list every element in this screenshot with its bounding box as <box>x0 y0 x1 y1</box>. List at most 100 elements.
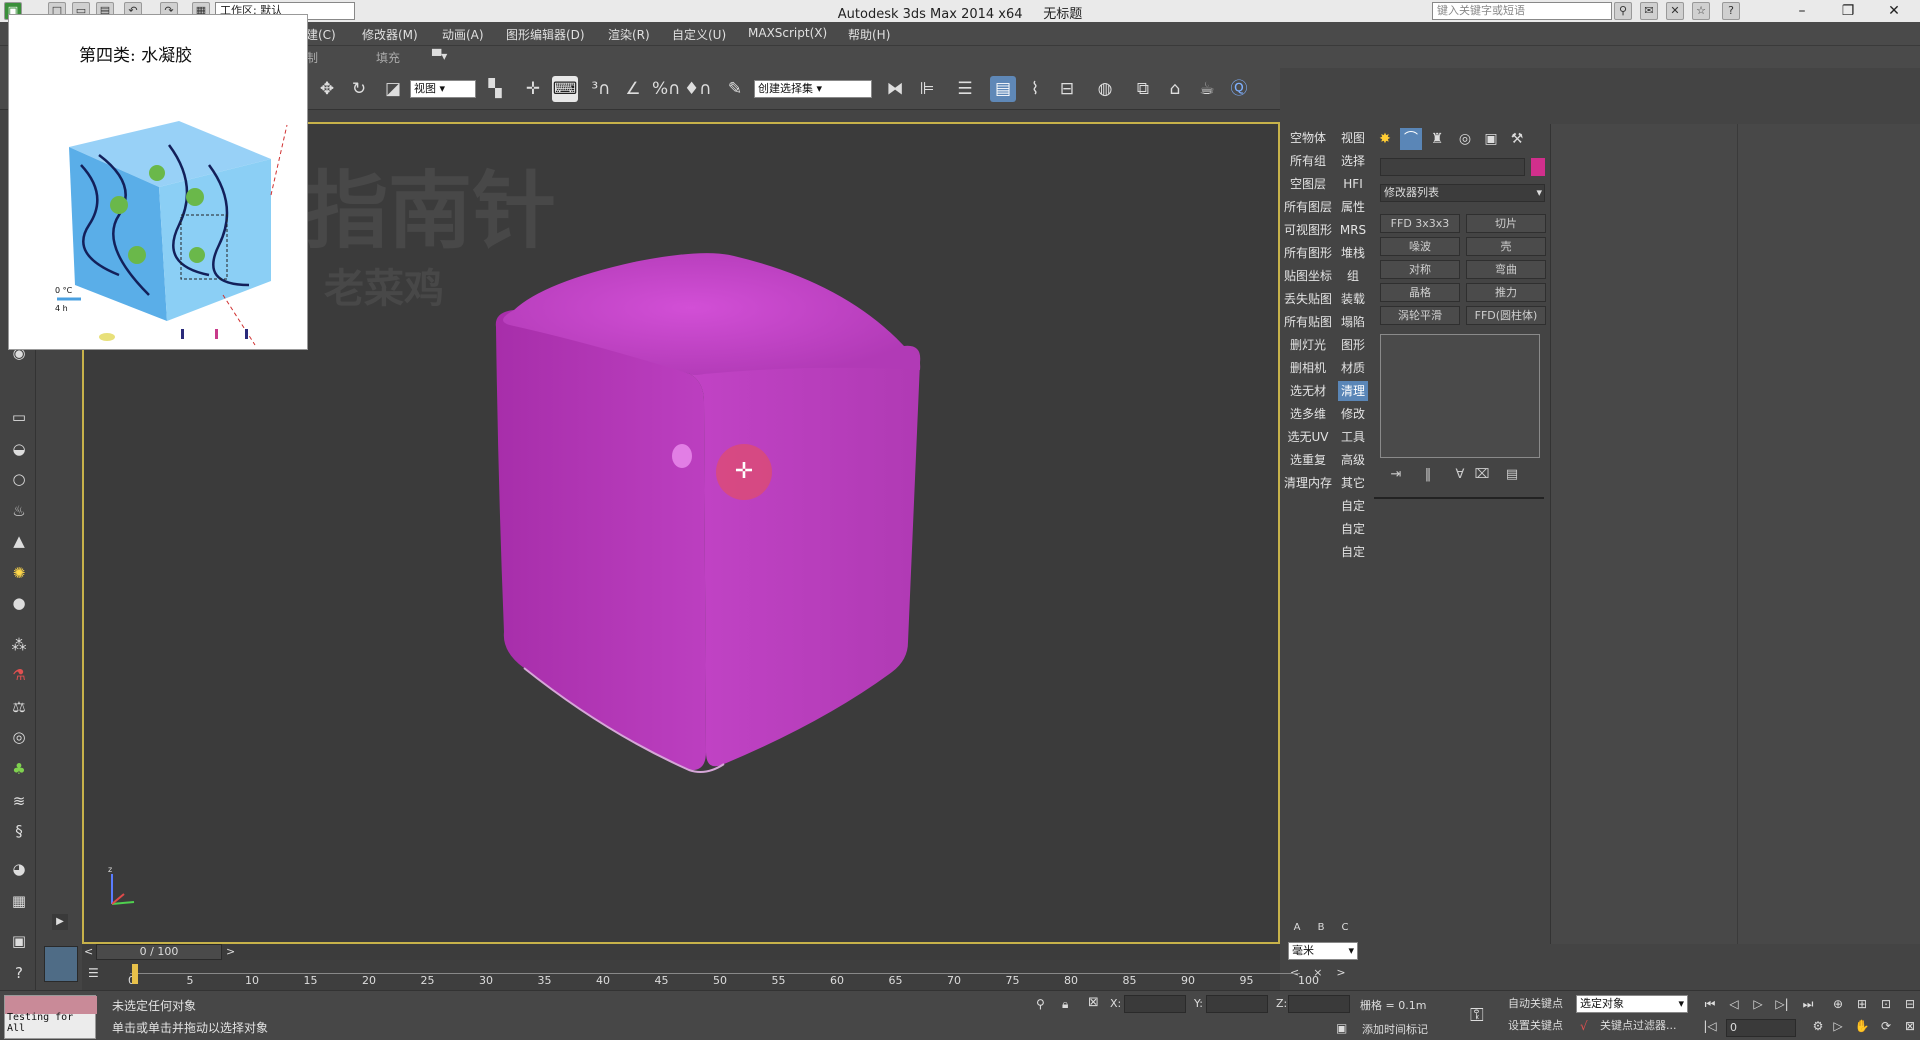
minimize-icon[interactable]: – <box>1780 0 1824 22</box>
select-manipulate-icon[interactable]: ✛ <box>520 76 546 102</box>
menu-customize[interactable]: 自定义(U) <box>672 26 726 43</box>
hydrogel-cube-object[interactable] <box>484 252 1124 812</box>
foliage-icon[interactable]: ♣ <box>6 756 32 782</box>
modifier-list-dropdown[interactable]: 修改器列表 ▾ <box>1380 184 1545 202</box>
align-icon[interactable]: ⊫ <box>914 76 940 102</box>
ribbon-tab-populate[interactable]: 填充 <box>376 49 400 66</box>
create-tab-icon[interactable]: ✸ <box>1374 128 1396 150</box>
orbit-icon[interactable]: ⟳ <box>1876 1019 1896 1037</box>
menu-modifiers[interactable]: 修改器(M) <box>362 26 418 43</box>
curve-editor-icon[interactable]: ⌇ <box>1022 76 1048 102</box>
current-frame-marker[interactable] <box>132 964 138 984</box>
angle-snap-icon[interactable]: ∠ <box>620 76 646 102</box>
script-button-4[interactable]: 所有图层 <box>1280 197 1336 217</box>
teapot-icon[interactable]: ♨ <box>6 498 32 524</box>
key-filters-button[interactable]: 关键点过滤器... <box>1600 1017 1677 1035</box>
category-button-4[interactable]: 属性 <box>1338 197 1368 217</box>
favorites-icon[interactable]: ☆ <box>1692 2 1710 20</box>
motion-tab-icon[interactable]: ◎ <box>1454 128 1476 150</box>
menu-maxscript[interactable]: MAXScript(X) <box>748 26 827 40</box>
percent-snap-icon[interactable]: %∩ <box>652 76 681 102</box>
display-tab-icon[interactable]: ▣ <box>1480 128 1502 150</box>
modifier-stack-view[interactable] <box>1380 334 1540 458</box>
min-max-toggle-icon[interactable]: ⊠ <box>1900 1019 1920 1037</box>
set-key-button[interactable]: 设置关键点 <box>1508 1017 1563 1035</box>
category-button-12[interactable]: 清理 <box>1338 381 1368 401</box>
reference-coordinate-dropdown[interactable]: 视图 ▾ <box>410 80 476 98</box>
script-button-16[interactable]: 清理内存 <box>1280 473 1336 493</box>
spring-icon[interactable]: § <box>6 818 32 844</box>
category-button-1[interactable]: 视图 <box>1338 128 1368 148</box>
make-unique-icon[interactable]: ∀ <box>1448 465 1472 485</box>
script-button-15[interactable]: 选重复 <box>1280 450 1336 470</box>
expand-viewport-icon[interactable]: ▶ <box>52 914 68 930</box>
category-button-15[interactable]: 高级 <box>1338 450 1368 470</box>
next-frame-icon[interactable]: ▷| <box>1772 997 1792 1015</box>
pan-view-icon[interactable]: ✋ <box>1852 1019 1872 1037</box>
script-button-5[interactable]: 可视图形 <box>1280 220 1336 240</box>
hierarchy-tab-icon[interactable]: ♜ <box>1426 128 1448 150</box>
field-of-view-icon[interactable]: ▷ <box>1828 1019 1848 1037</box>
maxscript-listener[interactable]: Testing for All <box>4 995 97 1039</box>
material-sphere-icon[interactable]: ◕ <box>6 856 32 882</box>
modifier-button-2[interactable]: 切片 <box>1466 214 1546 233</box>
edit-named-selection-icon[interactable]: ✎ <box>722 76 748 102</box>
goto-end-icon[interactable]: ⏭ <box>1798 997 1818 1015</box>
menu-create[interactable]: 建(C) <box>306 26 336 43</box>
object-color-swatch[interactable] <box>1531 158 1545 176</box>
script-button-13[interactable]: 选多维 <box>1280 404 1336 424</box>
script-button-10[interactable]: 删灯光 <box>1280 335 1336 355</box>
object-name-field[interactable] <box>1380 158 1525 176</box>
absolute-mode-icon[interactable]: ⊠ <box>1088 995 1099 1010</box>
time-next-icon[interactable]: > <box>226 945 235 958</box>
category-button-9[interactable]: 塌陷 <box>1338 312 1368 332</box>
y-coordinate-field[interactable] <box>1206 995 1268 1013</box>
schematic-view-icon[interactable]: ⊟ <box>1054 76 1080 102</box>
remove-modifier-icon[interactable]: ⌧ <box>1470 465 1494 485</box>
category-button-8[interactable]: 装载 <box>1338 289 1368 309</box>
plane-icon[interactable]: ▭ <box>6 404 32 430</box>
maximize-viewport-icon[interactable]: ⊟ <box>1900 997 1920 1015</box>
hair-fur-icon[interactable]: ≋ <box>6 788 32 814</box>
category-button-10[interactable]: 图形 <box>1338 335 1368 355</box>
modifier-button-5[interactable]: 对称 <box>1380 260 1460 279</box>
script-button-2[interactable]: 所有组 <box>1280 151 1336 171</box>
rendered-frame-window-icon[interactable]: ⌂ <box>1162 76 1188 102</box>
geosphere-icon[interactable]: ● <box>6 590 32 616</box>
category-button-14[interactable]: 工具 <box>1338 427 1368 447</box>
light-icon[interactable]: ✺ <box>6 560 32 586</box>
current-frame-field[interactable]: 0 <box>1726 1019 1796 1037</box>
menu-help[interactable]: 帮助(H) <box>848 26 890 43</box>
help-icon[interactable]: ? <box>1722 2 1740 20</box>
category-button-11[interactable]: 材质 <box>1338 358 1368 378</box>
script-button-3[interactable]: 空图层 <box>1280 174 1336 194</box>
add-time-tag[interactable]: 添加时间标记 <box>1362 1021 1428 1037</box>
material-editor-icon[interactable]: ◍ <box>1092 76 1118 102</box>
qr-plugin-icon[interactable]: Ⓠ <box>1226 76 1252 102</box>
category-button-16[interactable]: 其它 <box>1338 473 1368 493</box>
mirror-icon[interactable]: ⧓ <box>882 76 908 102</box>
particles-icon[interactable]: ⁂ <box>6 632 32 658</box>
selection-lock-icon[interactable]: 🔒︎ <box>1062 997 1068 1012</box>
mini-curve-editor-icon[interactable]: ☰ <box>88 966 110 984</box>
close-icon[interactable]: ✕ <box>1872 0 1916 22</box>
category-button-13[interactable]: 修改 <box>1338 404 1368 424</box>
globe-icon[interactable]: ◎ <box>6 724 32 750</box>
modifier-button-7[interactable]: 晶格 <box>1380 283 1460 302</box>
goto-start-icon[interactable]: ⏮ <box>1700 997 1720 1015</box>
units-dropdown[interactable]: 毫米 ▾ <box>1288 942 1358 960</box>
auto-key-button[interactable]: 自动关键点 <box>1508 995 1563 1013</box>
dynamics-icon[interactable]: ⚗ <box>6 662 32 688</box>
select-scale-icon[interactable]: ◪ <box>380 76 406 102</box>
script-button-12[interactable]: 选无材 <box>1280 381 1336 401</box>
time-config-icon[interactable] <box>44 946 78 982</box>
grid-tool-icon[interactable]: ▦ <box>6 888 32 914</box>
keyboard-shortcut-override-icon[interactable]: ⌨ <box>552 76 578 102</box>
z-coordinate-field[interactable] <box>1288 995 1350 1013</box>
key-icon[interactable]: ⚿ <box>1470 1005 1484 1026</box>
isolate-icon[interactable]: ⚲ <box>1036 997 1045 1011</box>
show-end-result-icon[interactable]: ‖ <box>1416 465 1440 485</box>
left-help-icon[interactable]: ? <box>6 960 32 986</box>
modifier-button-3[interactable]: 噪波 <box>1380 237 1460 256</box>
category-button-2[interactable]: 选择 <box>1338 151 1368 171</box>
